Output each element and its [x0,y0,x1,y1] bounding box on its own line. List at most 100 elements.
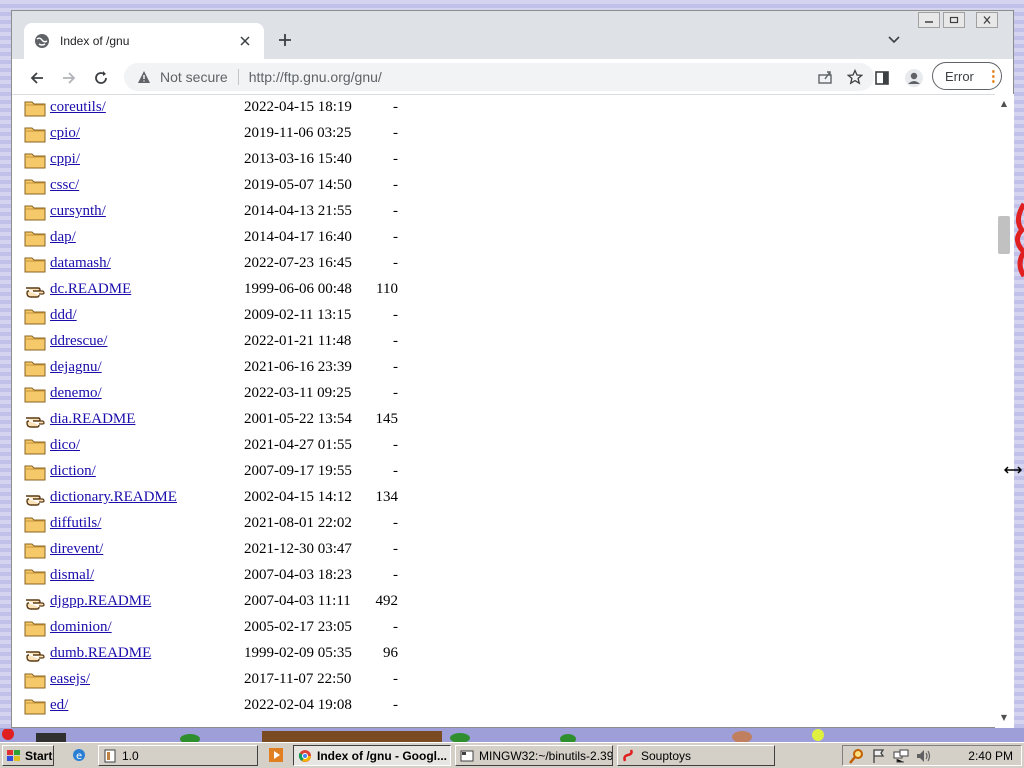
network-icon[interactable] [893,748,909,764]
listing-link[interactable]: datamash/ [50,255,111,272]
error-button[interactable]: Error ⋮ [932,62,1002,90]
vertical-scrollbar[interactable]: ▲ ▼ [995,94,1014,728]
listing-size: - [393,567,398,583]
listing-link[interactable]: diction/ [50,463,96,480]
listing-size: 145 [375,411,399,427]
listing-row: dejagnu/2021-06-16 23:39 - [24,357,424,383]
listing-row: dumb.README 1999-02-09 05:35 96 [24,643,424,669]
flag-icon[interactable] [871,748,887,764]
listing-link[interactable]: easejs/ [50,671,90,688]
tab-strip: Index of /gnu [12,11,1013,59]
chevron-down-icon[interactable] [885,31,903,49]
new-tab-icon[interactable] [274,29,296,51]
listing-size: - [393,203,398,219]
listing-date: 2019-11-06 03:25 [244,125,352,141]
warning-icon[interactable] [136,69,152,85]
close-window-icon[interactable] [976,12,998,28]
tab-title: Index of /gnu [60,34,130,48]
listing-link[interactable]: cppi/ [50,151,80,168]
listing-link[interactable]: dumb.README [50,645,151,662]
listing-link[interactable]: coreutils/ [50,99,106,116]
url-text[interactable]: http://ftp.gnu.org/gnu/ [249,69,382,85]
listing-link[interactable]: diffutils/ [50,515,101,532]
folder-icon [24,151,46,169]
listing-size: - [393,619,398,635]
internet-explorer-icon[interactable]: e [71,747,87,763]
folder-icon [24,671,46,689]
listing-link[interactable]: direvent/ [50,541,103,558]
listing-link[interactable]: dismal/ [50,567,94,584]
desktop-strip [0,728,1024,744]
address-bar[interactable]: Not secure http://ftp.gnu.org/gnu/ [124,63,874,91]
listing-link[interactable]: dap/ [50,229,76,246]
bookmark-star-icon[interactable] [846,68,864,86]
folder-icon [24,697,46,715]
listing-link[interactable]: ed/ [50,697,68,714]
listing-size: - [393,541,398,557]
listing-link[interactable]: cursynth/ [50,203,106,220]
scrollbar-thumb[interactable] [998,216,1010,254]
folder-icon [24,333,46,351]
listing-size: - [393,125,398,141]
pointing-hand-icon [24,489,46,507]
task-index-of-gnu[interactable]: Index of /gnu - Googl... [293,745,451,766]
listing-link[interactable]: ddd/ [50,307,77,324]
back-arrow-icon[interactable] [24,65,50,91]
listing-link[interactable]: dictionary.README [50,489,177,506]
task-mingw32[interactable]: MINGW32:~/binutils-2.39 [455,745,613,766]
more-menu-icon: ⋮ [985,67,1001,85]
listing-row: denemo/2022-03-11 09:25 - [24,383,424,409]
listing-date: 2021-06-16 23:39 [244,359,352,375]
listing-date: 2001-05-22 13:54 [244,411,352,427]
restore-icon[interactable] [943,12,965,28]
folder-icon [24,541,46,559]
listing-size: - [393,99,398,115]
listing-row: direvent/2021-12-30 03:47 - [24,539,424,565]
browser-toolbar: Not secure http://ftp.gnu.org/gnu/ Error… [12,59,1013,95]
scroll-down-arrow-icon[interactable]: ▼ [999,712,1009,722]
listing-link[interactable]: cssc/ [50,177,79,194]
tab-index-of-gnu[interactable]: Index of /gnu [24,23,264,59]
listing-date: 2013-03-16 15:40 [244,151,352,167]
tab-close-icon[interactable] [236,32,254,50]
listing-size: - [393,515,398,531]
listing-row: coreutils/2022-04-15 18:19 - [24,97,424,123]
start-button[interactable]: Start [2,745,54,766]
search-icon[interactable] [849,748,865,764]
listing-link[interactable]: ddrescue/ [50,333,107,350]
listing-link[interactable]: dominion/ [50,619,112,636]
listing-link[interactable]: cpio/ [50,125,80,142]
listing-date: 2007-09-17 19:55 [244,463,352,479]
security-label[interactable]: Not secure [160,69,228,85]
listing-date: 2019-05-07 14:50 [244,177,352,193]
listing-link[interactable]: djgpp.README [50,593,151,610]
share-icon[interactable] [816,68,834,86]
forward-arrow-icon[interactable] [56,65,82,91]
listing-link[interactable]: denemo/ [50,385,102,402]
task-souptoys[interactable]: Souptoys [617,745,775,766]
listing-link[interactable]: dia.README [50,411,135,428]
folder-icon [24,99,46,117]
system-tray: 2:40 PM [842,745,1022,766]
listing-size: - [393,671,398,687]
side-panel-icon[interactable] [869,65,895,91]
listing-date: 2022-02-04 19:08 [244,697,352,713]
profile-avatar-icon[interactable] [901,65,927,91]
listing-size: - [393,177,398,193]
task-1-0[interactable]: 1.0 [98,745,258,766]
reload-icon[interactable] [88,65,114,91]
listing-row: dc.README 1999-06-06 00:48 110 [24,279,424,305]
media-player-icon[interactable] [268,747,284,763]
listing-link[interactable]: dico/ [50,437,80,454]
folder-icon [24,385,46,403]
terminal-icon [460,750,474,761]
scroll-up-arrow-icon[interactable]: ▲ [999,98,1009,108]
volume-icon[interactable] [915,748,931,764]
listing-size: - [393,333,398,349]
listing-row: dap/2014-04-17 16:40 - [24,227,424,253]
listing-link[interactable]: dc.README [50,281,131,298]
globe-icon [34,33,50,49]
task-label: Index of /gnu - Googl... [317,748,447,763]
listing-link[interactable]: dejagnu/ [50,359,102,376]
minimize-icon[interactable] [918,12,940,28]
